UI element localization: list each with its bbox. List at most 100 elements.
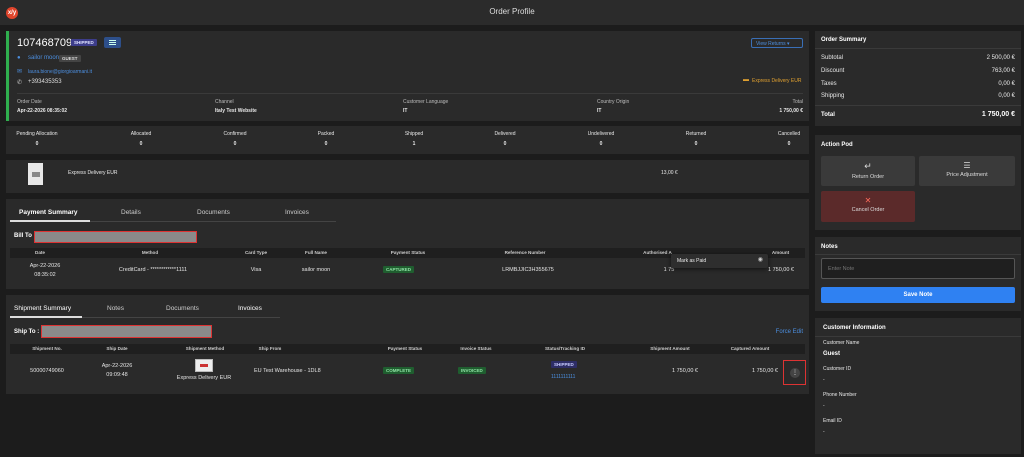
field-label: Phone Number: [823, 392, 857, 398]
column-header: Shipment Method: [185, 346, 225, 351]
payment-status-badge: CAPTURED: [383, 266, 415, 273]
close-icon: ✕: [864, 196, 872, 205]
column-header: Shipment Amount: [650, 346, 690, 351]
shipping-line-name: Express Delivery EUR: [68, 170, 118, 176]
tracking-id-link[interactable]: 1111111111: [551, 374, 575, 380]
tab-documents[interactable]: Documents: [166, 305, 199, 312]
mark-as-paid-tooltip[interactable]: Mark as Paid ◉: [671, 254, 768, 268]
note-input[interactable]: [821, 258, 1015, 279]
column-header: Date: [35, 250, 45, 255]
table-row: 50000749060 Apr-22-2026 09:09:48 Express …: [10, 357, 806, 387]
payment-method: CreditCard - ************1111: [118, 267, 188, 273]
tab-invoices[interactable]: Invoices: [285, 209, 309, 216]
cancel-order-button[interactable]: ✕ Cancel Order: [821, 191, 915, 222]
total-label: Total: [821, 112, 835, 118]
tab-shipment-summary[interactable]: Shipment Summary: [14, 305, 71, 312]
shipment-number[interactable]: 50000749060: [22, 368, 72, 374]
customer-email-link[interactable]: laura.bione@giorgioarmani.it: [28, 69, 92, 75]
status-count: Packed 0: [295, 131, 357, 147]
view-returns-label: View Returns: [756, 41, 786, 47]
tab-payment-summary[interactable]: Payment Summary: [19, 209, 78, 216]
active-tab-underline: [10, 316, 82, 318]
save-note-button[interactable]: Save Note: [821, 287, 1015, 303]
column-header: Ship Date: [106, 346, 128, 351]
meta-label: Channel: [215, 99, 234, 105]
status-label: Allocated: [130, 131, 152, 137]
status-value: 0: [139, 141, 143, 147]
column-header: Reference Number: [504, 250, 546, 255]
column-header: Payment Status: [387, 346, 423, 351]
menu-icon: [109, 40, 116, 45]
status-label: Confirmed: [223, 131, 247, 137]
full-name: sailor moon: [301, 267, 331, 273]
field-value: -: [823, 377, 825, 383]
order-summary-panel: Order Summary Subtotal 2 500,00 € Discou…: [815, 31, 1021, 126]
reference-number: LRMBJJIC3H355675: [502, 267, 554, 273]
status-value: 0: [599, 141, 603, 147]
meta-value: IT: [597, 108, 602, 114]
summary-value: 0,00 €: [998, 81, 1015, 87]
meta-value: IT: [403, 108, 408, 114]
column-header: Payment Status: [390, 250, 426, 255]
more-vertical-icon: ⋮: [790, 368, 800, 378]
status-count: Cancelled 0: [758, 131, 820, 147]
field-value: -: [823, 403, 825, 409]
payment-date: Apr-22-2026 08:35:02: [20, 263, 70, 278]
status-accent-bar: [6, 31, 9, 121]
shipping-line-amount: 13,00 €: [661, 170, 678, 176]
meta-row: Order Date Apr-22-2026 08:35:02 Channel …: [17, 99, 803, 117]
customer-phone: +393435353: [28, 79, 62, 85]
column-header: Shipment No.: [32, 346, 62, 351]
summary-value: 0,00 €: [998, 93, 1015, 99]
customer-info-panel: Customer Information Customer Name Guest…: [815, 318, 1021, 454]
row-actions-button[interactable]: ⋮: [783, 360, 806, 385]
shipment-panel: Shipment Summary Notes Documents Invoice…: [6, 295, 809, 394]
summary-label: Shipping: [821, 93, 845, 99]
notes-title: Notes: [821, 244, 838, 250]
bill-to-address-redacted: [34, 231, 197, 243]
summary-value: 2 500,00 €: [986, 55, 1015, 61]
status-count: Shipped 1: [383, 131, 445, 147]
force-edit-link[interactable]: Force Edit: [776, 329, 803, 335]
chevron-down-icon: ▾: [787, 41, 790, 47]
status-counts-panel: Pending Allocation 0 Allocated 0 Confirmed…: [6, 126, 809, 154]
tab-documents[interactable]: Documents: [197, 209, 230, 216]
time-text: 08:35:02: [34, 272, 56, 278]
customer-info-divider: [815, 336, 1021, 337]
column-header: Ship From: [258, 346, 282, 351]
status-count: Allocated 0: [110, 131, 172, 147]
tab-details[interactable]: Details: [121, 209, 141, 216]
tab-invoices[interactable]: Invoices: [238, 305, 262, 312]
return-icon: ↵: [864, 161, 872, 171]
status-label: Returned: [685, 131, 707, 137]
truck-icon: [32, 172, 40, 177]
meta-label: Country Origin: [597, 99, 630, 105]
tab-notes[interactable]: Notes: [107, 305, 124, 312]
view-returns-button[interactable]: View Returns ▾: [751, 38, 803, 48]
guest-badge: GUEST: [59, 55, 81, 62]
status-value: 1: [412, 141, 416, 147]
status-label: Delivered: [494, 131, 516, 137]
order-header-panel: 107468709 SHIPPED ● sailor moon GUEST ✉ …: [6, 31, 809, 121]
title-divider: [815, 48, 1021, 49]
ship-from: EU Test Warehouse - 1DL8: [254, 368, 321, 374]
field-label: Customer Name: [823, 340, 860, 346]
status-count: Confirmed 0: [204, 131, 266, 147]
customer-name-link[interactable]: sailor moon: [28, 55, 59, 61]
total-divider: [815, 105, 1021, 106]
shipping-line-panel: Express Delivery EUR 13,00 €: [6, 160, 809, 193]
active-tab-underline: [10, 220, 90, 222]
page-title: Order Profile: [489, 7, 535, 16]
eye-icon[interactable]: ◉: [758, 256, 763, 263]
status-label: Cancelled: [777, 131, 801, 137]
mail-icon: ✉: [17, 69, 23, 75]
meta-value: Apr-22-2026 08:35:02: [17, 108, 68, 114]
order-number: 107468709: [17, 37, 73, 49]
invoice-status-badge: INVOICED: [458, 367, 486, 374]
order-status-badge: SHIPPED: [71, 39, 97, 46]
price-adjustment-button[interactable]: ☰ Price Adjustment: [919, 156, 1015, 186]
order-menu-button[interactable]: [104, 37, 121, 48]
cancel-order-label: Cancel Order: [851, 207, 885, 213]
field-label: Customer ID: [823, 366, 852, 372]
return-order-button[interactable]: ↵ Return Order: [821, 156, 915, 186]
